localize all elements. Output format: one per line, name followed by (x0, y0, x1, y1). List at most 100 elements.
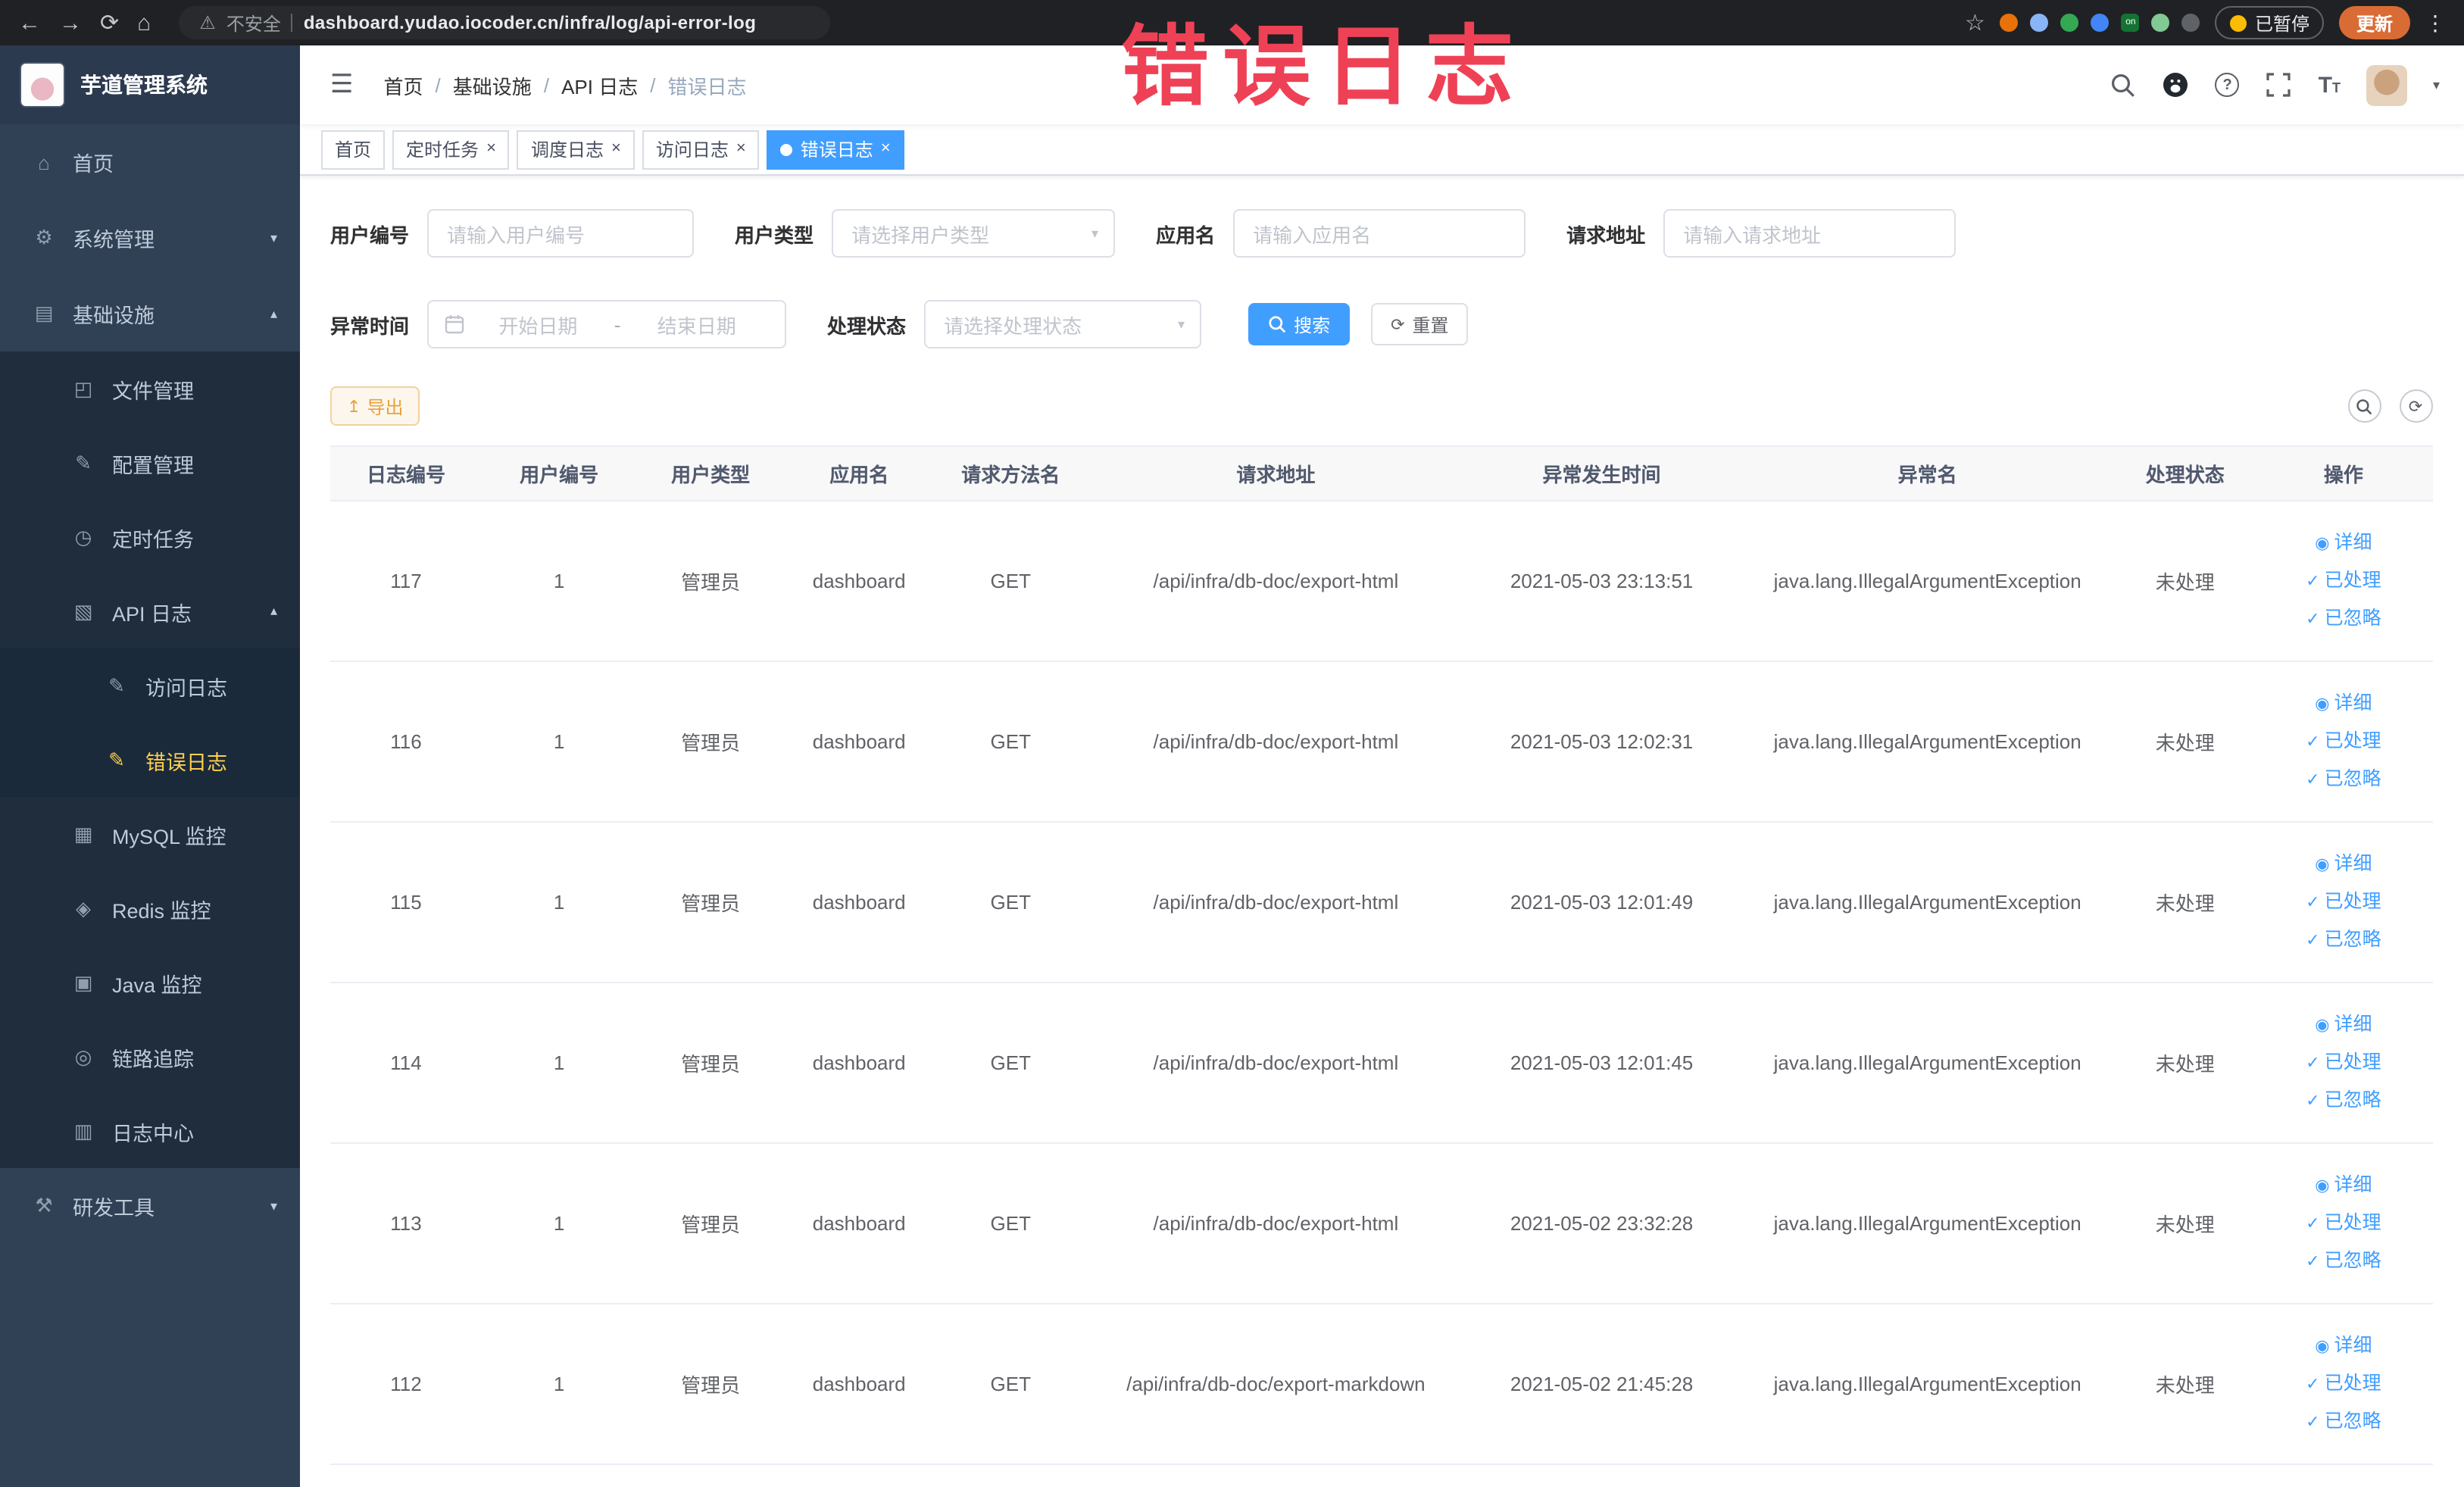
fullscreen-icon[interactable] (2266, 71, 2293, 98)
sidebar-collapse-icon[interactable]: ☰ (324, 70, 360, 100)
action-ignored[interactable]: ✓ 已忽略 (2261, 1403, 2426, 1441)
action-detail[interactable]: ◉ 详细 (2261, 845, 2426, 883)
exception-time-label: 异常时间 (330, 314, 410, 337)
reset-button[interactable]: ⟳ 重置 (1371, 303, 1469, 345)
export-button[interactable]: ↥ 导出 (330, 386, 420, 426)
action-ignored[interactable]: ✓ 已忽略 (2261, 921, 2426, 959)
refresh-icon: ⟳ (1391, 316, 1405, 334)
chevron-down-icon: ▾ (1091, 225, 1099, 240)
sidebar-item-file[interactable]: ◰ 文件管理 (0, 351, 300, 426)
action-detail[interactable]: ◉ 详细 (2261, 1167, 2426, 1204)
start-date-input[interactable]: 开始日期 (465, 310, 611, 339)
extension-icon[interactable] (2000, 14, 2019, 32)
action-ignored[interactable]: ✓ 已忽略 (2261, 761, 2426, 798)
breadcrumb-home[interactable]: 首页 (384, 70, 423, 99)
search-button[interactable]: 搜索 (1248, 303, 1351, 345)
help-icon[interactable]: ? (2215, 73, 2240, 97)
action-ignored[interactable]: ✓ 已忽略 (2261, 600, 2426, 638)
date-range-picker[interactable]: 开始日期 - 结束日期 (427, 300, 787, 348)
back-icon[interactable]: ← (18, 11, 41, 34)
address-bar[interactable]: ⚠ 不安全 dashboard.yudao.iocoder.cn/infra/l… (178, 6, 830, 39)
extension-icon[interactable] (2060, 14, 2079, 32)
bookmark-star-icon[interactable]: ☆ (1965, 11, 1985, 34)
sidebar-item-redis[interactable]: ◈ Redis 监控 (0, 871, 300, 945)
reload-icon[interactable]: ⟳ (100, 11, 119, 34)
extension-icon[interactable]: on (2121, 14, 2140, 32)
action-detail[interactable]: ◉ 详细 (2261, 1327, 2426, 1365)
action-detail[interactable]: ◉ 详细 (2261, 1006, 2426, 1044)
action-processed[interactable]: ✓ 已处理 (2261, 1204, 2426, 1242)
sidebar-item-label: 日志中心 (112, 1122, 194, 1145)
tab-job-log[interactable]: 调度日志 × (517, 130, 635, 169)
update-button[interactable]: 更新 (2339, 6, 2409, 39)
browser-home-icon[interactable]: ⌂ (137, 11, 151, 34)
action-processed[interactable]: ✓ 已处理 (2261, 723, 2426, 761)
sidebar-item-java[interactable]: ▣ Java 监控 (0, 945, 300, 1020)
avatar[interactable] (2366, 64, 2407, 105)
col-actions: 操作 (2254, 445, 2432, 501)
extension-icon[interactable] (2181, 14, 2200, 32)
close-icon[interactable]: × (611, 140, 621, 158)
sidebar-item-mysql[interactable]: ▦ MySQL 监控 (0, 797, 300, 871)
col-exception: 异常名 (1739, 445, 2116, 501)
close-icon[interactable]: × (881, 140, 891, 158)
app-name-input[interactable]: 请输入应用名 (1233, 209, 1526, 258)
sidebar-item-label: 研发工具 (73, 1197, 155, 1220)
request-url-input[interactable]: 请输入请求地址 (1663, 209, 1957, 258)
action-detail[interactable]: ◉ 详细 (2261, 685, 2426, 723)
font-size-icon[interactable]: TT (2319, 72, 2341, 98)
table-header-row: 日志编号 用户编号 用户类型 应用名 请求方法名 请求地址 异常发生时间 异常名… (330, 445, 2432, 501)
check-icon: ✓ (2306, 932, 2320, 950)
action-processed[interactable]: ✓ 已处理 (2261, 1044, 2426, 1082)
sidebar-item-config[interactable]: ✎ 配置管理 (0, 426, 300, 500)
tab-error-log[interactable]: 错误日志 × (767, 130, 904, 169)
sidebar-item-trace[interactable]: ◎ 链路追踪 (0, 1020, 300, 1094)
extension-icon[interactable] (2091, 14, 2110, 32)
sidebar-item-infra[interactable]: ▤ 基础设施 ▴ (0, 276, 300, 351)
close-icon[interactable]: × (486, 140, 496, 158)
sidebar-item-api-log[interactable]: ▧ API 日志 ▴ (0, 574, 300, 648)
action-processed[interactable]: ✓ 已处理 (2261, 562, 2426, 600)
sidebar-item-label: API 日志 (112, 602, 192, 625)
sidebar-item-job[interactable]: ◷ 定时任务 (0, 500, 300, 574)
tab-job[interactable]: 定时任务 × (392, 130, 510, 169)
breadcrumb-api-log[interactable]: API 日志 (561, 70, 638, 99)
smiley-icon (2230, 14, 2247, 31)
cell-log-id: 113 (330, 1143, 482, 1304)
user-id-input[interactable]: 请输入用户编号 (427, 209, 695, 258)
annotation-overlay: 错误日志 (1121, 18, 1528, 117)
search-toggle-button[interactable] (2347, 389, 2381, 423)
sidebar-item-system[interactable]: ⚙ 系统管理 ▾ (0, 200, 300, 276)
extension-icon[interactable] (2030, 14, 2049, 32)
paused-badge[interactable]: 已暂停 (2215, 6, 2325, 39)
breadcrumb-infra[interactable]: 基础设施 (453, 70, 532, 99)
app-name-label: 应用名 (1156, 223, 1216, 246)
sidebar-item-access-log[interactable]: ✎ 访问日志 (0, 648, 300, 723)
action-processed[interactable]: ✓ 已处理 (2261, 883, 2426, 921)
sidebar-item-home[interactable]: ⌂ 首页 (0, 124, 300, 200)
user-type-select[interactable]: 请选择用户类型 ▾ (832, 209, 1116, 258)
github-icon[interactable] (2163, 71, 2190, 98)
sidebar-item-error-log[interactable]: ✎ 错误日志 (0, 723, 300, 797)
error-log-table: 日志编号 用户编号 用户类型 应用名 请求方法名 请求地址 异常发生时间 异常名… (330, 445, 2432, 1465)
cell-time: 2021-05-02 23:32:28 (1463, 1143, 1740, 1304)
cell-request-url: /api/infra/db-doc/export-html (1088, 501, 1464, 662)
search-icon[interactable] (2110, 71, 2137, 98)
action-ignored[interactable]: ✓ 已忽略 (2261, 1082, 2426, 1120)
sidebar-item-log-center[interactable]: ▥ 日志中心 (0, 1094, 300, 1168)
refresh-button[interactable]: ⟳ (2399, 389, 2432, 423)
extension-icon[interactable] (2151, 14, 2170, 32)
sidebar-item-dev-tools[interactable]: ⚒ 研发工具 ▾ (0, 1168, 300, 1244)
eye-icon: ◉ (2315, 1177, 2330, 1195)
caret-down-icon[interactable]: ▾ (2433, 77, 2440, 93)
action-detail[interactable]: ◉ 详细 (2261, 524, 2426, 562)
forward-icon[interactable]: → (59, 11, 82, 34)
end-date-input[interactable]: 结束日期 (623, 310, 770, 339)
action-ignored[interactable]: ✓ 已忽略 (2261, 1242, 2426, 1280)
action-processed[interactable]: ✓ 已处理 (2261, 1365, 2426, 1403)
close-icon[interactable]: × (736, 140, 746, 158)
process-status-select[interactable]: 请选择处理状态 ▾ (924, 300, 1202, 348)
browser-menu-icon[interactable]: ⋮ (2425, 10, 2446, 36)
tab-home[interactable]: 首页 (321, 130, 386, 169)
tab-access-log[interactable]: 访问日志 × (642, 130, 760, 169)
